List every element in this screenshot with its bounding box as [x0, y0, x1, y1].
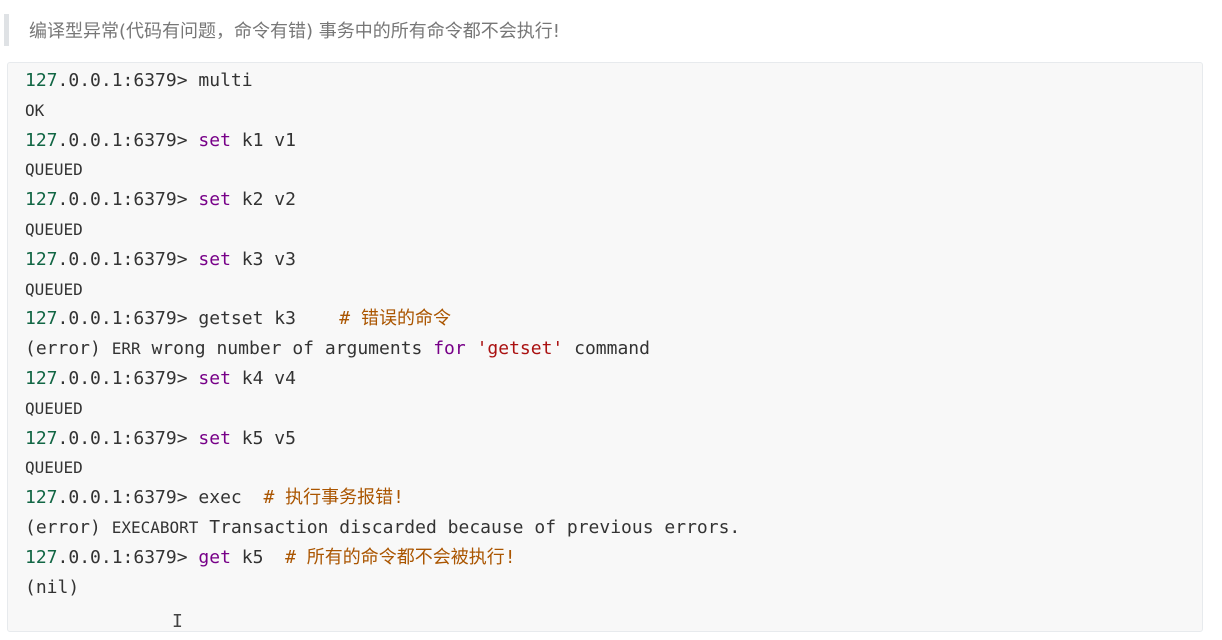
error-line: (error) EXECABORT Transaction discarded …: [25, 513, 1202, 543]
output-text: QUEUED: [25, 160, 83, 180]
code-line: 127.0.0.1:6379> set k2 v2: [25, 185, 1202, 215]
command-text: getset k3: [198, 308, 340, 330]
error-prefix: (error): [25, 516, 112, 538]
output-text: QUEUED: [25, 219, 83, 239]
output-text: QUEUED: [25, 398, 83, 418]
error-code: ERR: [111, 339, 141, 359]
command-args: k5: [230, 546, 286, 568]
code-line: 127.0.0.1:6379> set k5 v5: [25, 424, 1202, 454]
prompt-host: .0.0.1:6379>: [57, 70, 199, 91]
command-text: multi: [198, 70, 253, 91]
command-keyword: set: [198, 189, 231, 211]
command-keyword: set: [198, 248, 231, 270]
code-line: 127.0.0.1:6379> multi: [25, 66, 1202, 96]
code-comment: # 执行事务报错!: [263, 487, 404, 509]
error-message: wrong number of arguments: [140, 338, 434, 360]
command-keyword: set: [198, 129, 231, 151]
note-text: 编译型异常(代码有问题，命令有错) 事务中的所有命令都不会执行!: [29, 21, 560, 42]
error-tail: command: [563, 338, 650, 360]
command-args: k3 v3: [230, 248, 296, 270]
code-comment: # 所有的命令都不会被执行!: [285, 546, 516, 568]
error-keyword: for: [433, 338, 466, 360]
output-line: QUEUED: [25, 275, 1202, 305]
command-text: exec: [198, 487, 264, 509]
prompt-host: .0.0.1:6379>: [57, 129, 199, 151]
error-message: Transaction discarded because of previou…: [198, 516, 741, 538]
text-cursor-icon: I: [172, 611, 183, 632]
command-args: k2 v2: [230, 189, 296, 211]
command-keyword: get: [198, 546, 231, 568]
prompt-host: .0.0.1:6379>: [57, 248, 199, 270]
prompt-host: .0.0.1:6379>: [57, 308, 199, 330]
prompt-port: 127: [25, 427, 58, 449]
code-line: 127.0.0.1:6379> get k5 # 所有的命令都不会被执行!: [25, 543, 1202, 573]
prompt-port: 127: [25, 248, 58, 270]
command-keyword: set: [198, 427, 231, 449]
error-string: 'getset': [476, 338, 564, 360]
command-keyword: set: [198, 367, 231, 389]
code-line: 127.0.0.1:6379> getset k3 # 错误的命令: [25, 304, 1202, 334]
output-line: OK: [25, 96, 1202, 126]
code-block[interactable]: 127.0.0.1:6379> multi OK 127.0.0.1:6379>…: [7, 62, 1203, 632]
error-code: EXECABORT: [111, 517, 199, 537]
prompt-port: 127: [25, 129, 58, 151]
prompt-port: 127: [25, 308, 58, 330]
command-args: k1 v1: [230, 129, 296, 151]
code-line: 127.0.0.1:6379> set k1 v1: [25, 126, 1202, 156]
code-line: 127.0.0.1:6379> exec # 执行事务报错!: [25, 483, 1202, 513]
prompt-host: .0.0.1:6379>: [57, 189, 199, 211]
code-line: 127.0.0.1:6379> set k3 v3: [25, 245, 1202, 275]
prompt-port: 127: [25, 487, 58, 509]
output-line: QUEUED: [25, 453, 1202, 483]
prompt-host: .0.0.1:6379>: [57, 427, 199, 449]
prompt-host: .0.0.1:6379>: [57, 487, 199, 509]
blockquote-note: 编译型异常(代码有问题，命令有错) 事务中的所有命令都不会执行!: [4, 14, 1204, 46]
output-line: QUEUED: [25, 394, 1202, 424]
command-args: k5 v5: [230, 427, 296, 449]
output-text: (nil): [25, 576, 80, 598]
output-line: (nil): [25, 573, 1202, 603]
error-space: [466, 338, 477, 359]
prompt-port: 127: [25, 546, 58, 568]
output-text: QUEUED: [25, 458, 83, 478]
error-line: (error) ERR wrong number of arguments fo…: [25, 334, 1202, 364]
output-line: QUEUED: [25, 215, 1202, 245]
prompt-port: 127: [25, 70, 58, 91]
prompt-port: 127: [25, 367, 58, 389]
output-text: QUEUED: [25, 279, 83, 299]
output-text: OK: [25, 100, 45, 120]
code-comment: # 错误的命令: [339, 308, 451, 330]
code-line: 127.0.0.1:6379> set k4 v4: [25, 364, 1202, 394]
prompt-host: .0.0.1:6379>: [57, 367, 199, 389]
output-line: QUEUED: [25, 155, 1202, 185]
prompt-host: .0.0.1:6379>: [57, 546, 199, 568]
command-args: k4 v4: [230, 367, 296, 389]
error-prefix: (error): [25, 338, 112, 360]
prompt-port: 127: [25, 189, 58, 211]
